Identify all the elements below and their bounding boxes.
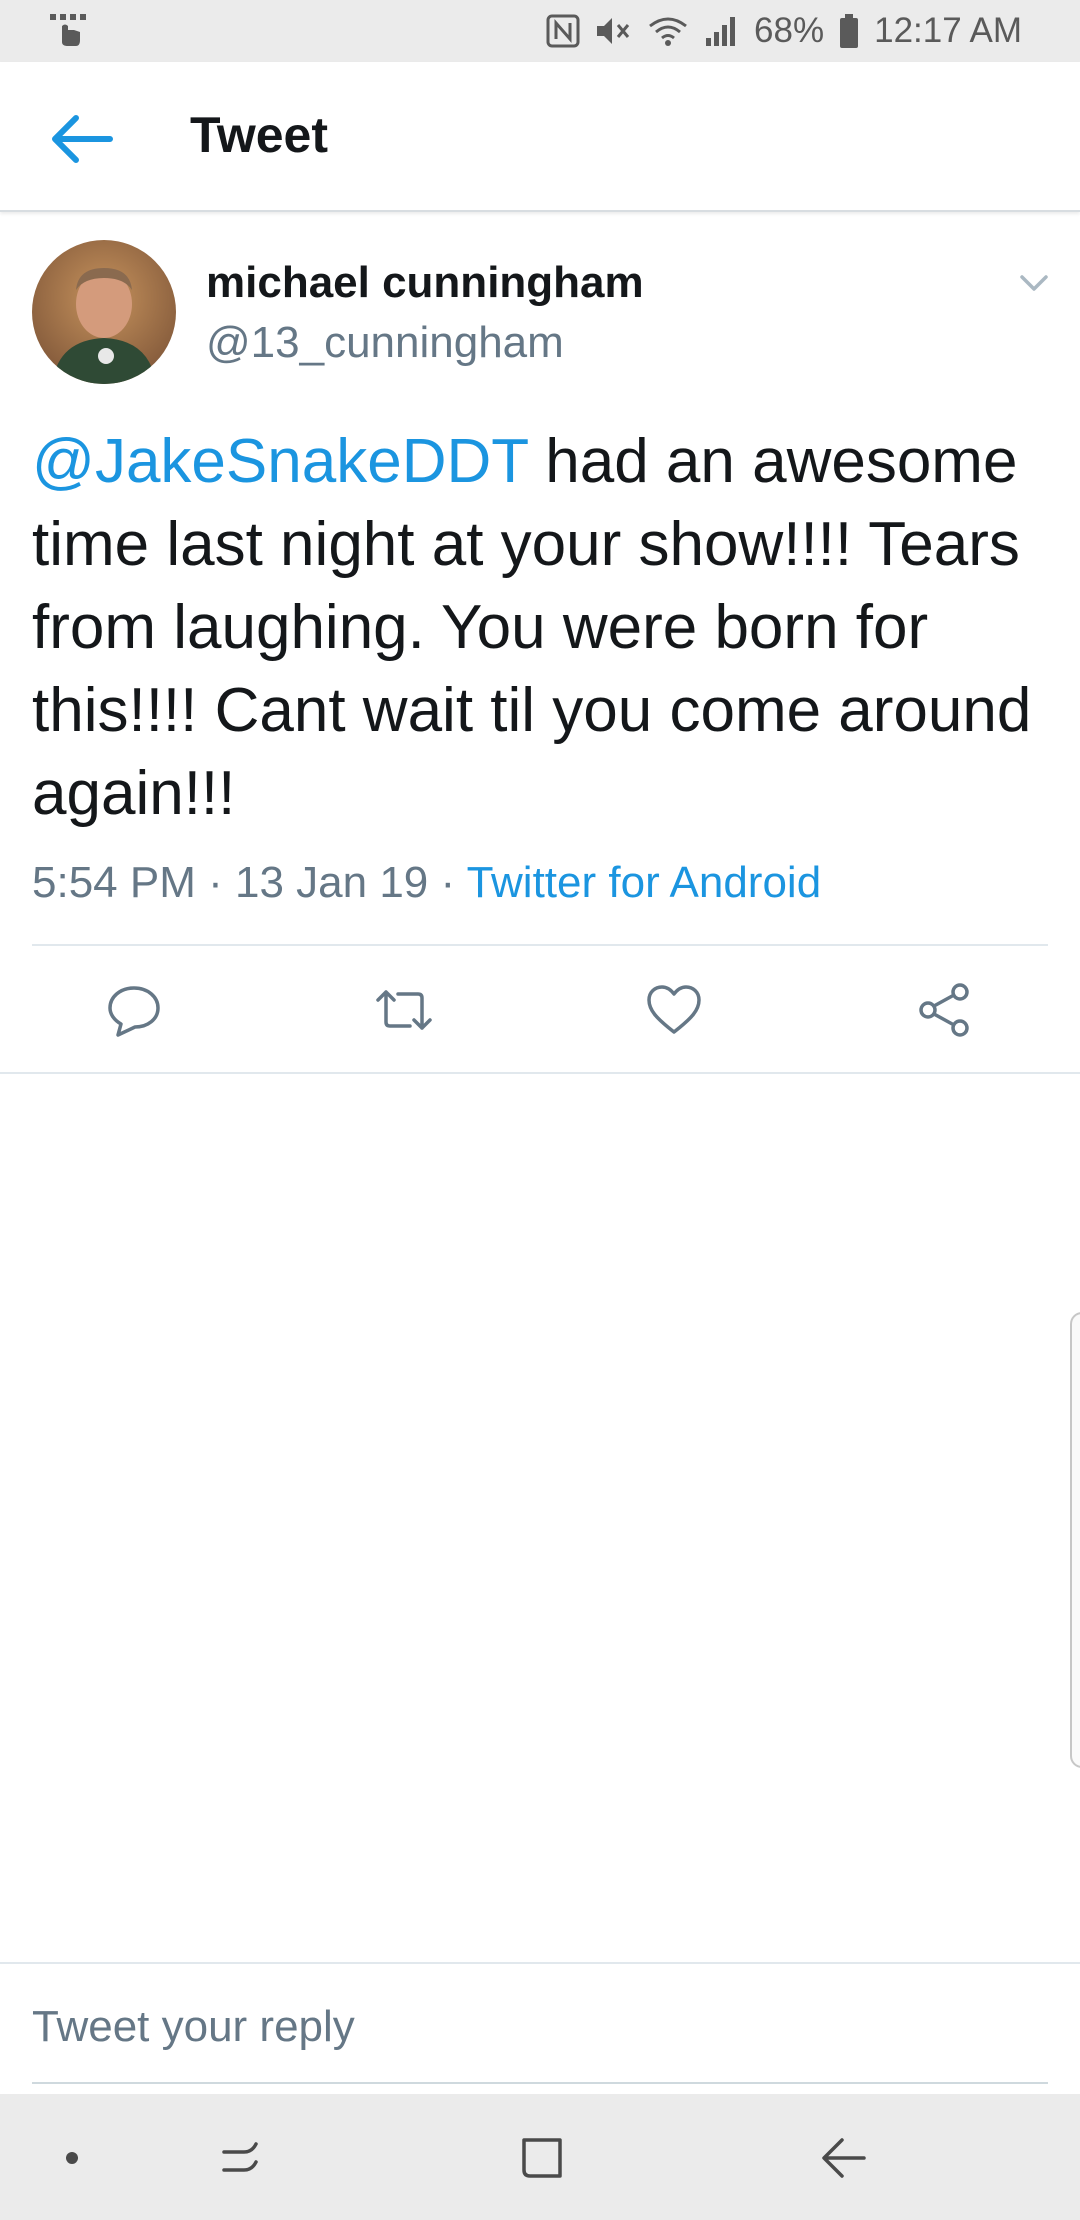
chevron-down-icon[interactable] (1016, 268, 1052, 298)
tweet-date: 13 Jan 19 (234, 858, 429, 907)
status-bar: 68% 12:17 AM (0, 0, 1080, 62)
wifi-icon (649, 17, 687, 46)
clock: 12:17 AM (874, 11, 1022, 50)
app-bar: Tweet (0, 62, 1080, 212)
battery-percent: 68% (754, 11, 825, 50)
meta-separator: · (428, 858, 467, 907)
recents-icon[interactable] (214, 2130, 270, 2186)
author-name[interactable]: michael cunningham (206, 258, 644, 308)
reply-bar (0, 1962, 1080, 2096)
divider (0, 1072, 1080, 1074)
arrow-left-icon[interactable] (46, 104, 116, 174)
scroll-handle[interactable] (1070, 1312, 1080, 1768)
heart-icon[interactable] (644, 980, 704, 1040)
signal-icon (706, 17, 736, 46)
reply-underline (32, 2082, 1048, 2084)
avatar[interactable] (32, 240, 176, 384)
author-handle[interactable]: @13_cunningham (206, 318, 564, 368)
tweet-meta: 5:54 PM · 13 Jan 19 · Twitter for Androi… (32, 858, 821, 908)
tweet-source[interactable]: Twitter for Android (467, 858, 822, 907)
system-nav-bar (0, 2094, 1080, 2220)
page-title: Tweet (190, 107, 328, 163)
retweet-icon[interactable] (374, 980, 434, 1040)
mute-icon (597, 18, 630, 44)
touch-icon (50, 14, 86, 46)
home-icon[interactable] (514, 2130, 570, 2186)
mention-link[interactable]: @JakeSnakeDDT (32, 427, 528, 496)
reply-input[interactable] (32, 1994, 1048, 2060)
share-icon[interactable] (914, 980, 974, 1040)
nfc-icon (546, 14, 580, 48)
dot-icon[interactable] (44, 2130, 100, 2186)
tweet-actions (0, 946, 1080, 1072)
status-icons: 68% 12:17 AM (546, 0, 1022, 62)
meta-separator: · (195, 858, 235, 907)
battery-icon (840, 14, 859, 48)
back-icon[interactable] (816, 2130, 872, 2186)
reply-icon[interactable] (104, 980, 164, 1040)
tweet-time: 5:54 PM (32, 858, 196, 907)
tweet-text: @JakeSnakeDDT had an awesome time last n… (32, 420, 1062, 835)
